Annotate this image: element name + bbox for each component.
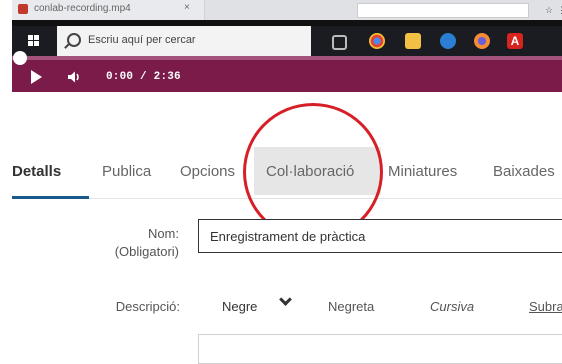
acrobat-icon: A	[507, 33, 523, 49]
bold-button[interactable]: Negreta	[328, 299, 374, 314]
underline-button[interactable]: Subra	[529, 299, 562, 314]
name-field-wrapper	[198, 219, 562, 253]
tab-thumbnails[interactable]: Miniatures	[388, 163, 457, 180]
duration: 2:36	[153, 71, 181, 83]
description-label: Descripció:	[115, 299, 180, 314]
task-view-icon	[332, 35, 347, 50]
search-icon	[67, 33, 81, 47]
menu-icon: ⋮	[557, 5, 562, 15]
tab-options[interactable]: Opcions	[180, 163, 235, 180]
italic-button[interactable]: Cursiva	[430, 299, 474, 314]
current-time: 0:00	[106, 71, 134, 83]
active-tab-indicator	[12, 196, 89, 199]
name-field[interactable]	[199, 220, 562, 252]
chrome-icon	[369, 33, 385, 49]
description-editor[interactable]	[198, 334, 562, 364]
tab-details[interactable]: Detalls	[12, 163, 61, 180]
folder-icon	[405, 33, 421, 49]
time-separator: /	[140, 71, 147, 83]
windows-start-icon	[28, 35, 40, 47]
video-frame: conlab-recording.mp4 × ☆ ⋮ Escriu aquí p…	[12, 0, 562, 92]
windows-taskbar: Escriu aquí per cercar A	[12, 26, 562, 56]
play-icon[interactable]	[31, 70, 42, 84]
name-label: Nom:	[147, 226, 179, 241]
close-icon: ×	[184, 2, 190, 13]
address-bar	[357, 3, 529, 18]
tab-collaboration[interactable]: Col·laboració	[266, 163, 354, 180]
browser-tab: conlab-recording.mp4 ×	[12, 0, 205, 20]
file-icon	[18, 4, 28, 14]
browser-toolbar: ☆ ⋮	[205, 0, 562, 20]
name-required-label: (Obligatori)	[114, 244, 179, 259]
tab-downloads[interactable]: Baixades	[493, 163, 555, 180]
volume-icon[interactable]	[67, 70, 81, 84]
star-icon: ☆	[545, 5, 554, 15]
video-player-controls: 0:00 / 2:36	[12, 51, 562, 92]
time-display: 0:00 / 2:36	[106, 71, 181, 83]
browser-tab-title: conlab-recording.mp4	[34, 3, 131, 14]
tab-divider	[12, 198, 562, 199]
progress-knob[interactable]	[13, 51, 27, 65]
progress-bar[interactable]	[12, 51, 562, 65]
edge-icon	[440, 33, 456, 49]
taskbar-search: Escriu aquí per cercar	[57, 26, 311, 56]
chevron-down-icon[interactable]	[279, 293, 292, 306]
tab-publish[interactable]: Publica	[102, 163, 151, 180]
firefox-icon	[474, 33, 490, 49]
style-dropdown[interactable]: Negre	[222, 299, 257, 314]
taskbar-search-placeholder: Escriu aquí per cercar	[88, 34, 196, 46]
